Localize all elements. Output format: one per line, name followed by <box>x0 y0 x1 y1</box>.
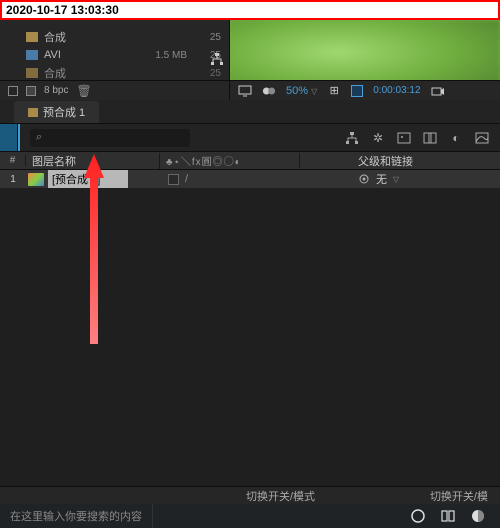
layer-parent-cell: 无 ▽ <box>352 171 500 187</box>
bpc-label[interactable]: 8 bpc <box>44 85 68 96</box>
project-items: 合成 25 AVI 1.5 MB 25 合成 25 <box>0 20 229 82</box>
timeline-layers-area[interactable] <box>0 188 500 486</box>
windows-taskbar: 在这里输入你要搜索的内容 <box>0 504 500 528</box>
grid-icon[interactable]: ⊞ <box>327 84 341 98</box>
graph-editor-icon[interactable] <box>474 130 490 146</box>
preview-toolbar: 50% ▽ ⊞ 0:00:03:12 <box>230 80 500 100</box>
search-icon: ⌕ <box>36 131 42 144</box>
toggle-switches-mode-button[interactable]: 切换开关/模式 <box>240 488 321 504</box>
project-item-name: 合成 <box>44 65 197 81</box>
layer-row[interactable]: 1 [预合成 1] / 无 ▽ <box>0 170 500 188</box>
switch-box[interactable] <box>168 174 179 185</box>
masks-icon[interactable] <box>262 84 276 98</box>
column-parent[interactable]: 父级和链接 <box>352 153 500 169</box>
project-toolbar: 8 bpc 🗑 <box>0 80 230 100</box>
square-icon[interactable] <box>8 86 18 96</box>
layer-switches: / <box>160 173 300 185</box>
folder-icon <box>26 68 38 78</box>
column-switches[interactable]: ♣⋆＼fx圓◎◯◐ <box>160 153 300 168</box>
timeline-tabs: 预合成 1 <box>0 100 500 124</box>
timecode-column[interactable] <box>0 124 18 151</box>
taskbar-search-placeholder: 在这里输入你要搜索的内容 <box>10 508 142 524</box>
timeline-tab[interactable]: 预合成 1 <box>14 101 99 123</box>
taskbar-circle-icon[interactable] <box>410 508 426 524</box>
square-icon[interactable] <box>26 86 36 96</box>
video-icon <box>26 50 38 60</box>
timeline-options: ✲ ◐ <box>344 130 500 146</box>
tab-label: 预合成 1 <box>43 104 85 120</box>
project-item-name: AVI <box>44 49 155 61</box>
toggle-switches-mode-button-right[interactable]: 切换开关/模 <box>424 488 494 504</box>
timeline-columns-header: # 图层名称 ♣⋆＼fx圓◎◯◐ 父级和链接 <box>0 152 500 170</box>
motion-blur-icon[interactable]: ◐ <box>448 130 464 146</box>
composition-icon <box>28 108 38 117</box>
folder-icon <box>26 32 38 42</box>
monitor-icon[interactable] <box>238 84 252 98</box>
composition-mini-flowchart-icon[interactable] <box>344 130 360 146</box>
project-item-num: 25 <box>197 68 221 79</box>
taskbar-taskview-icon[interactable] <box>440 508 456 524</box>
chevron-down-icon: ▽ <box>311 87 317 96</box>
column-index[interactable]: # <box>0 155 26 166</box>
layer-name[interactable]: [预合成 1] <box>48 170 128 188</box>
frame-blend-icon[interactable] <box>422 130 438 146</box>
timestamp-text: 2020-10-17 13:03:30 <box>6 3 119 17</box>
project-item-size: 1.5 MB <box>155 50 187 61</box>
layer-index: 1 <box>0 174 26 185</box>
project-item[interactable]: AVI 1.5 MB 25 <box>0 46 229 64</box>
taskbar-search[interactable]: 在这里输入你要搜索的内容 <box>0 504 153 528</box>
timeline-panel: 预合成 1 ⌕ ✲ ◐ # 图层名称 ♣⋆＼fx圓◎◯◐ 父级和链接 1 [预合… <box>0 100 500 504</box>
layer-name-cell: [预合成 1] <box>44 170 160 188</box>
timecode-box-icon[interactable] <box>351 85 363 97</box>
parent-dropdown[interactable]: 无 <box>376 171 387 187</box>
taskbar-app-icon[interactable] <box>470 508 486 524</box>
project-item-name: 合成 <box>44 29 197 45</box>
pickwhip-icon[interactable] <box>358 173 370 185</box>
timeline-search-input[interactable]: ⌕ <box>30 129 190 147</box>
taskbar-icons <box>410 508 500 524</box>
timecode-accent <box>18 124 20 151</box>
flowchart-icon[interactable] <box>210 52 224 66</box>
zoom-dropdown[interactable]: 50% ▽ <box>286 85 317 97</box>
project-item[interactable]: 合成 25 <box>0 28 229 46</box>
camera-icon[interactable] <box>431 84 445 98</box>
timeline-footer: 切换开关/模式 切换开关/模 <box>0 486 500 504</box>
timecode-display[interactable]: 0:00:03:12 <box>373 85 420 96</box>
chevron-down-icon: ▽ <box>393 175 399 184</box>
switch-slash[interactable]: / <box>185 173 188 185</box>
timestamp-bar: 2020-10-17 13:03:30 <box>0 0 500 20</box>
project-item-num: 25 <box>197 32 221 43</box>
column-layer-name[interactable]: 图层名称 <box>26 153 160 169</box>
layer-thumbnail <box>28 173 44 186</box>
trash-icon[interactable]: 🗑 <box>76 84 91 98</box>
draft-3d-icon[interactable]: ✲ <box>370 130 386 146</box>
shy-icon[interactable] <box>396 130 412 146</box>
timeline-search-row: ⌕ ✲ ◐ <box>0 124 500 152</box>
